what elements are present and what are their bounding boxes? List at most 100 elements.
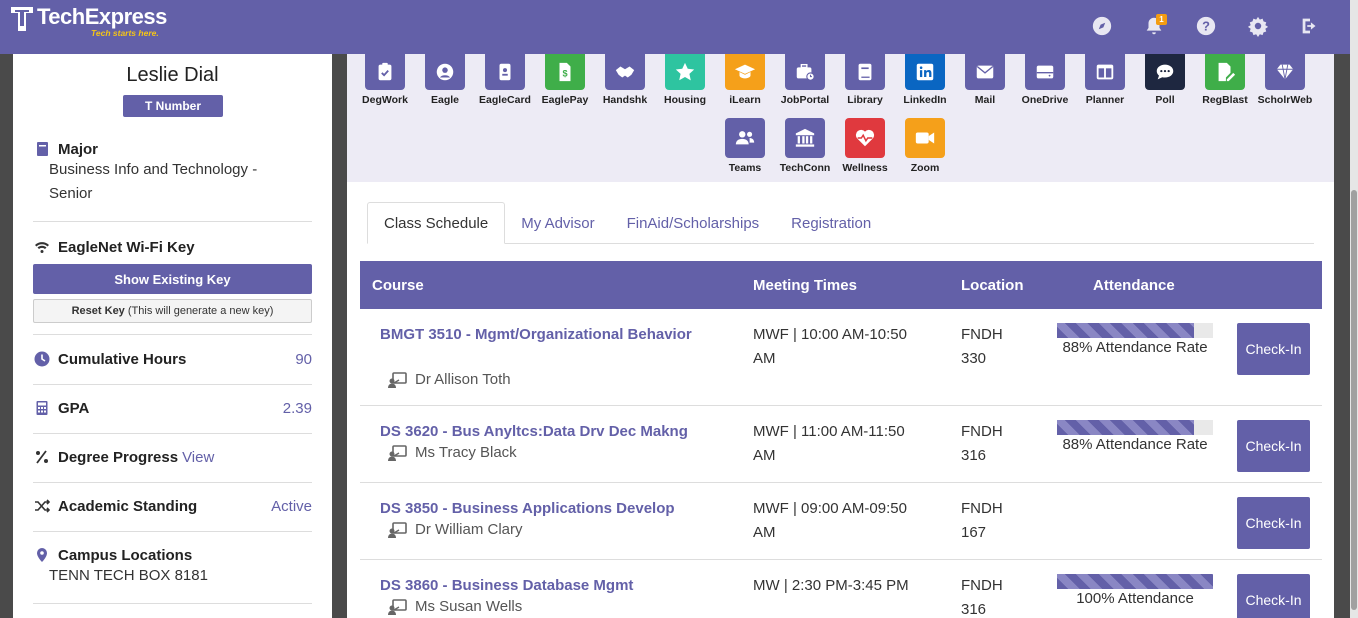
header-location: Location — [961, 277, 1024, 294]
app-tagline: Tech starts here. — [91, 28, 159, 38]
instructor-icon — [388, 371, 407, 388]
reset-key-note: (This will generate a new key) — [127, 305, 274, 317]
app-label: Library — [847, 94, 883, 106]
gear-icon[interactable] — [1240, 8, 1276, 44]
app-name: TechExpress — [37, 4, 167, 29]
app-label: ScholrWeb — [1257, 94, 1313, 106]
app-label: Planner — [1085, 94, 1125, 106]
calculator-icon — [33, 399, 51, 417]
instructor-icon — [388, 444, 407, 461]
app-tile-onedrive[interactable]: OneDrive — [1015, 54, 1075, 106]
campus-section: Campus Locations TENN TECH BOX 8181 — [33, 532, 312, 604]
instructor: Dr Allison Toth — [388, 371, 511, 388]
instructor-name: Ms Susan Wells — [415, 598, 523, 615]
app-label: Mail — [974, 94, 996, 106]
graduation-cap-icon — [725, 54, 765, 90]
course-link[interactable]: DS 3850 - Business Applications Develop — [380, 497, 710, 521]
tab-finaid[interactable]: FinAid/Scholarships — [611, 202, 776, 244]
location: FNDH 316 — [961, 423, 1003, 464]
app-tile-poll[interactable]: Poll — [1135, 54, 1195, 106]
show-key-button[interactable]: Show Existing Key — [33, 264, 312, 294]
heart-pulse-icon — [845, 118, 885, 158]
app-tile-handshk[interactable]: Handshk — [595, 54, 655, 106]
attendance-fill — [1057, 323, 1195, 338]
major-value: Business Info and Technology - Senior — [49, 161, 258, 202]
reset-key-button[interactable]: Reset Key (This will generate a new key) — [33, 299, 312, 323]
app-label: Wellness — [842, 162, 888, 174]
attendance-label: 88% Attendance Rate — [1062, 436, 1208, 453]
tnumber-button[interactable]: T Number — [123, 95, 223, 117]
standing-value: Active — [271, 497, 312, 515]
gpa-value: 2.39 — [282, 399, 312, 417]
scrollbar[interactable] — [1350, 0, 1358, 618]
attendance-bar — [1057, 574, 1213, 589]
table-row: DS 3860 - Business Database Mgmt Ms Susan… — [360, 560, 1322, 618]
app-tile-regblast[interactable]: RegBlast — [1195, 54, 1255, 106]
profile-sidebar: Leslie Dial T Number Major Business Info… — [13, 54, 332, 618]
app-label: RegBlast — [1202, 94, 1248, 106]
app-tile-wellness[interactable]: Wellness — [835, 118, 895, 174]
app-tile-ilearn[interactable]: iLearn — [715, 54, 775, 106]
app-tile-housing[interactable]: Housing — [655, 54, 715, 106]
major-label: Major — [58, 140, 99, 158]
diamond-icon — [1265, 54, 1305, 90]
scrollbar-thumb[interactable] — [1351, 190, 1357, 610]
app-tile-degwork[interactable]: DegWork — [355, 54, 415, 106]
envelope-icon — [965, 54, 1005, 90]
app-tile-jobportal[interactable]: JobPortal — [775, 54, 835, 106]
check-in-button[interactable]: Check-In — [1237, 420, 1310, 472]
course-link[interactable]: DS 3860 - Business Database Mgmt — [380, 574, 710, 598]
app-tile-eaglepay[interactable]: $ EaglePay — [535, 54, 595, 106]
attendance-fill — [1057, 420, 1195, 435]
notification-badge: 1 — [1156, 14, 1167, 25]
app-tile-zoom[interactable]: Zoom — [895, 118, 955, 174]
course-link[interactable]: DS 3620 - Bus Anyltcs:Data Drv Dec Makng — [380, 420, 710, 444]
app-tile-eagle[interactable]: Eagle — [415, 54, 475, 106]
course-link[interactable]: BMGT 3510 - Mgmt/Organizational Behavior — [380, 323, 710, 347]
clock-icon — [33, 350, 51, 368]
instructor-icon — [388, 598, 407, 615]
app-tile-planner[interactable]: Planner — [1075, 54, 1135, 106]
book-icon — [845, 54, 885, 90]
instructor: Dr William Clary — [388, 521, 523, 538]
techexpress-logo[interactable]: TechExpress Tech starts here. — [10, 4, 167, 38]
tab-my-advisor[interactable]: My Advisor — [505, 202, 610, 244]
tab-registration[interactable]: Registration — [775, 202, 887, 244]
meeting-time: MWF | 09:00 AM-09:50 AM — [753, 500, 907, 541]
app-tile-linkedin[interactable]: LinkedIn — [895, 54, 955, 106]
tab-class-schedule[interactable]: Class Schedule — [367, 202, 506, 244]
bell-icon[interactable]: 1 — [1136, 8, 1172, 44]
percent-icon — [33, 448, 51, 466]
app-tile-techconn[interactable]: TechConn — [775, 118, 835, 174]
meeting-time: MW | 2:30 PM-3:45 PM — [753, 577, 909, 594]
app-label: LinkedIn — [903, 94, 947, 106]
check-in-button[interactable]: Check-In — [1237, 323, 1310, 375]
gpa-section: GPA 2.39 — [33, 385, 312, 434]
app-tile-teams[interactable]: Teams — [715, 118, 775, 174]
degree-label: Degree Progress — [58, 448, 179, 466]
hours-label: Cumulative Hours — [58, 350, 187, 368]
major-section: Major Business Info and Technology - Sen… — [33, 140, 312, 222]
briefcase-icon — [785, 54, 825, 90]
table-row: DS 3850 - Business Applications Develop D… — [360, 483, 1322, 560]
app-tile-library[interactable]: Library — [835, 54, 895, 106]
check-in-button[interactable]: Check-In — [1237, 497, 1310, 549]
help-icon[interactable]: ? — [1188, 8, 1224, 44]
columns-icon — [1085, 54, 1125, 90]
instructor-name: Dr Allison Toth — [415, 371, 511, 388]
app-tile-scholrweb[interactable]: ScholrWeb — [1255, 54, 1315, 106]
main-content: DegWork Eagle EagleCard $ EaglePay Handshk Hou… — [347, 54, 1334, 618]
app-tile-eaglecard[interactable]: EagleCard — [475, 54, 535, 106]
meeting-time: MWF | 11:00 AM-11:50 AM — [753, 423, 905, 464]
degree-view-link[interactable]: View — [182, 449, 214, 466]
wifi-label: EagleNet Wi-Fi Key — [58, 238, 195, 256]
attendance-label: 88% Attendance Rate — [1062, 339, 1208, 356]
logout-icon[interactable] — [1292, 8, 1328, 44]
compass-icon[interactable] — [1084, 8, 1120, 44]
app-tile-mail[interactable]: Mail — [955, 54, 1015, 106]
hours-section: Cumulative Hours 90 — [33, 336, 312, 385]
svg-text:$: $ — [562, 69, 567, 79]
check-in-button[interactable]: Check-In — [1237, 574, 1310, 618]
instructor-name: Ms Tracy Black — [415, 444, 517, 461]
attendance-fill — [1057, 574, 1213, 589]
